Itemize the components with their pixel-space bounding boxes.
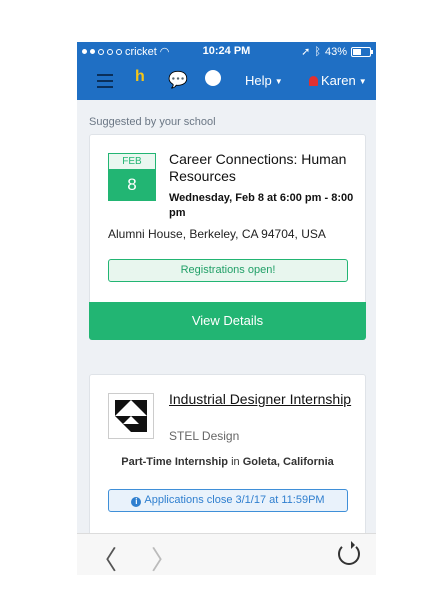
help-label: Help	[245, 73, 272, 88]
job-type-location: Part-Time Internship in Goleta, Californ…	[90, 456, 365, 468]
chevron-down-icon: ▼	[274, 77, 283, 86]
section-label: Suggested by your school	[89, 116, 216, 128]
phone-screen: cricket ◠ 10:24 PM ➚ ᛒ 43% h 💬 Help ▼ Kar…	[77, 42, 376, 575]
user-menu[interactable]: Karen ▼	[309, 73, 367, 88]
view-details-button[interactable]: View Details	[89, 302, 366, 340]
user-name: Karen	[321, 73, 356, 88]
battery-percent: 43%	[324, 45, 347, 58]
job-title-link[interactable]: Industrial Designer Internship	[169, 391, 359, 407]
chat-icon[interactable]: 💬	[168, 70, 188, 90]
application-deadline-badge: i Applications close 3/1/17 at 11:59PM	[108, 489, 348, 512]
browser-toolbar: 〈 〉	[77, 533, 376, 575]
help-menu[interactable]: Help ▼	[245, 73, 283, 88]
job-type: Part-Time Internship	[121, 456, 228, 468]
job-location: Goleta, California	[242, 456, 334, 468]
company-name: STEL Design	[169, 429, 240, 443]
event-month: FEB	[109, 154, 155, 169]
event-card: FEB 8 Career Connections: Human Resource…	[89, 134, 366, 340]
back-icon[interactable]: 〈	[91, 540, 117, 575]
registration-status-badge: Registrations open!	[108, 259, 348, 282]
event-day: 8	[109, 169, 155, 200]
status-right: ➚ ᛒ 43%	[301, 45, 373, 58]
bell-icon	[309, 76, 318, 86]
info-icon: i	[131, 497, 142, 507]
location-arrow-icon: ➚	[301, 46, 311, 58]
globe-icon[interactable]	[205, 70, 221, 86]
battery-icon	[351, 46, 373, 57]
company-logo	[108, 393, 154, 439]
event-date-badge: FEB 8	[108, 153, 156, 201]
chevron-down-icon: ▼	[358, 77, 367, 86]
event-title[interactable]: Career Connections: Human Resources	[169, 151, 359, 185]
top-nav-bar: h 💬 Help ▼ Karen ▼	[77, 62, 376, 100]
forward-icon[interactable]: 〉	[151, 540, 177, 575]
menu-icon[interactable]	[97, 70, 113, 92]
bluetooth-icon: ᛒ	[314, 45, 321, 58]
status-bar: cricket ◠ 10:24 PM ➚ ᛒ 43%	[77, 42, 376, 62]
handshake-logo-icon[interactable]: h	[135, 68, 145, 86]
event-location: Alumni House, Berkeley, CA 94704, USA	[108, 227, 326, 241]
deadline-text: Applications close 3/1/17 at 11:59PM	[144, 494, 325, 506]
job-in-word: in	[231, 456, 240, 468]
event-datetime: Wednesday, Feb 8 at 6:00 pm - 8:00 pm	[169, 192, 354, 219]
reload-icon[interactable]	[338, 541, 360, 565]
